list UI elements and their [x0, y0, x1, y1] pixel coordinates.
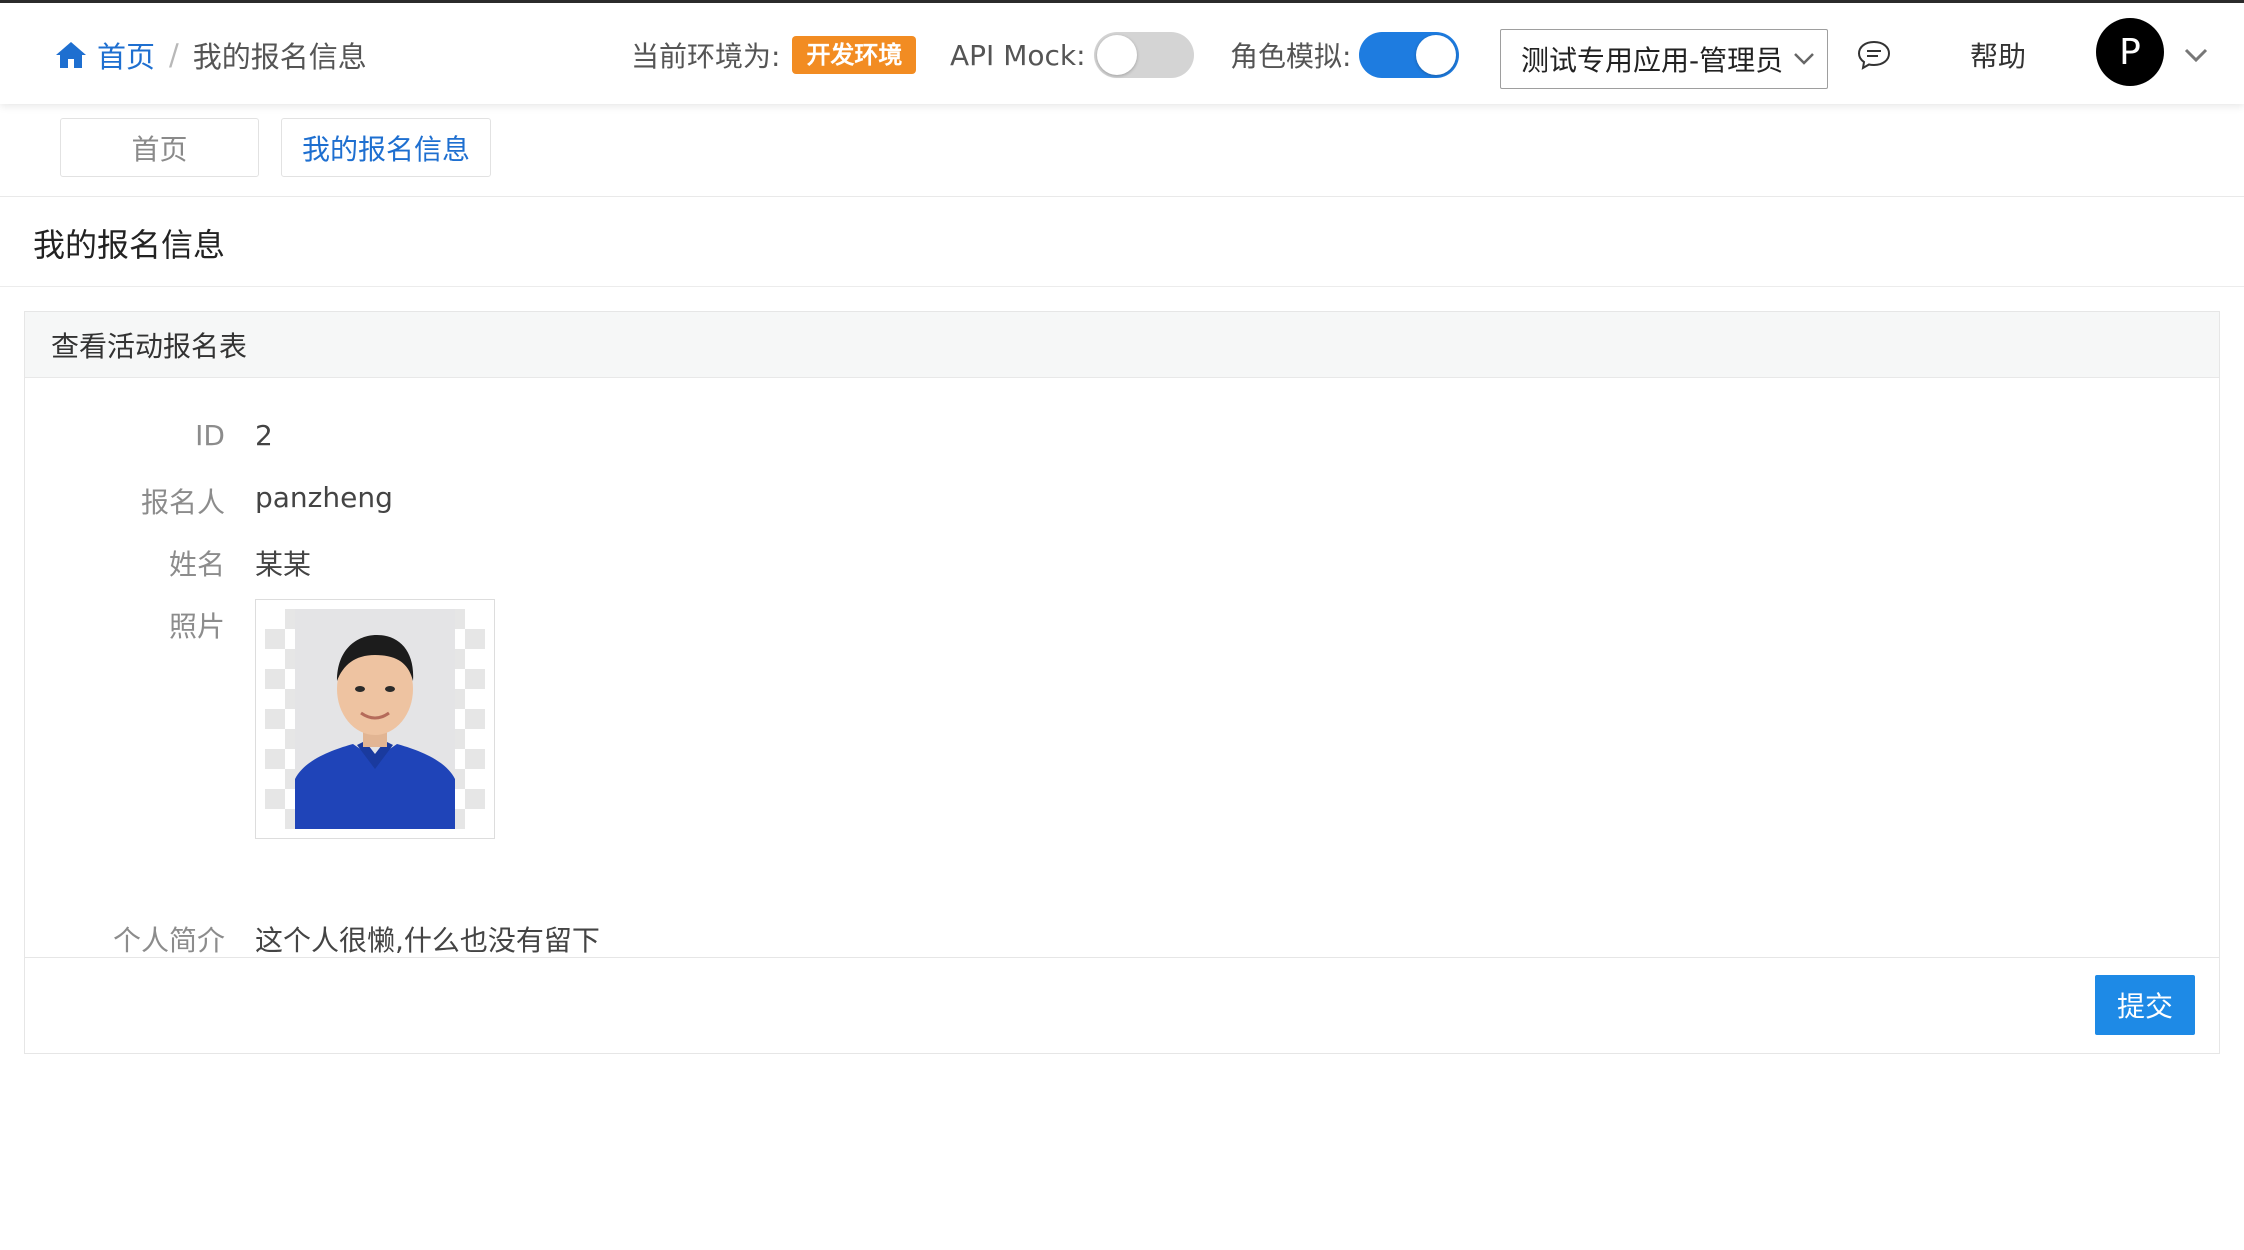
submit-button[interactable]: 提交 — [2095, 975, 2195, 1035]
toggle-knob — [1096, 35, 1137, 75]
user-avatar[interactable]: P — [2096, 18, 2164, 86]
role-simulation-control: 角色模拟: — [1230, 3, 1460, 107]
user-menu-chevron-icon[interactable] — [2184, 47, 2208, 63]
message-icon[interactable] — [1856, 37, 1892, 73]
breadcrumb-current: 我的报名信息 — [192, 40, 367, 74]
environment-badge: 开发环境 — [792, 36, 917, 74]
panel-footer: 提交 — [25, 957, 2219, 1053]
chevron-down-icon — [1793, 52, 1815, 66]
role-simulation-toggle[interactable] — [1359, 32, 1460, 78]
api-mock-label: API Mock: — [950, 38, 1086, 72]
field-label-photo: 照片 — [168, 610, 225, 643]
field-value-applicant: panzheng — [255, 481, 393, 514]
field-label-applicant: 报名人 — [140, 486, 225, 519]
field-label-name: 姓名 — [168, 548, 225, 581]
field-label-id: ID — [195, 419, 225, 452]
app-role-select[interactable]: 测试专用应用-管理员 — [1500, 29, 1828, 89]
breadcrumb: 首页 / 我的报名信息 — [55, 3, 367, 107]
page-title-row: 我的报名信息 — [0, 198, 2244, 287]
photo-thumbnail[interactable] — [255, 599, 495, 839]
home-icon[interactable] — [55, 40, 87, 70]
panel-heading: 查看活动报名表 — [25, 312, 2219, 378]
page-title: 我的报名信息 — [33, 226, 226, 264]
registration-panel: 查看活动报名表 ID 2 报名人 panzheng 姓名 某某 照片 个人简介 … — [24, 311, 2220, 1054]
breadcrumb-home-link[interactable]: 首页 — [97, 34, 155, 76]
photo-image — [265, 609, 485, 829]
app-role-select-value: 测试专用应用-管理员 — [1521, 44, 1784, 77]
field-label-bio: 个人简介 — [112, 924, 225, 957]
help-link[interactable]: 帮助 — [1970, 3, 2026, 107]
environment-indicator: 当前环境为: 开发环境 — [631, 3, 917, 107]
top-header: 首页 / 我的报名信息 当前环境为: 开发环境 API Mock: 角色模拟: … — [0, 0, 2244, 104]
environment-label: 当前环境为: — [631, 40, 781, 73]
tab-my-registration[interactable]: 我的报名信息 — [281, 118, 491, 177]
tab-home[interactable]: 首页 — [60, 118, 259, 177]
breadcrumb-separator: / — [169, 38, 179, 72]
api-mock-control: API Mock: — [950, 3, 1194, 107]
field-value-bio: 这个人很懒,什么也没有留下 — [255, 924, 600, 957]
api-mock-toggle[interactable] — [1093, 32, 1194, 78]
tab-bar: 首页 我的报名信息 — [0, 104, 2244, 197]
role-simulation-label: 角色模拟: — [1230, 40, 1352, 73]
toggle-knob — [1416, 35, 1457, 75]
field-value-id: 2 — [255, 419, 273, 452]
field-value-name: 某某 — [255, 548, 312, 581]
